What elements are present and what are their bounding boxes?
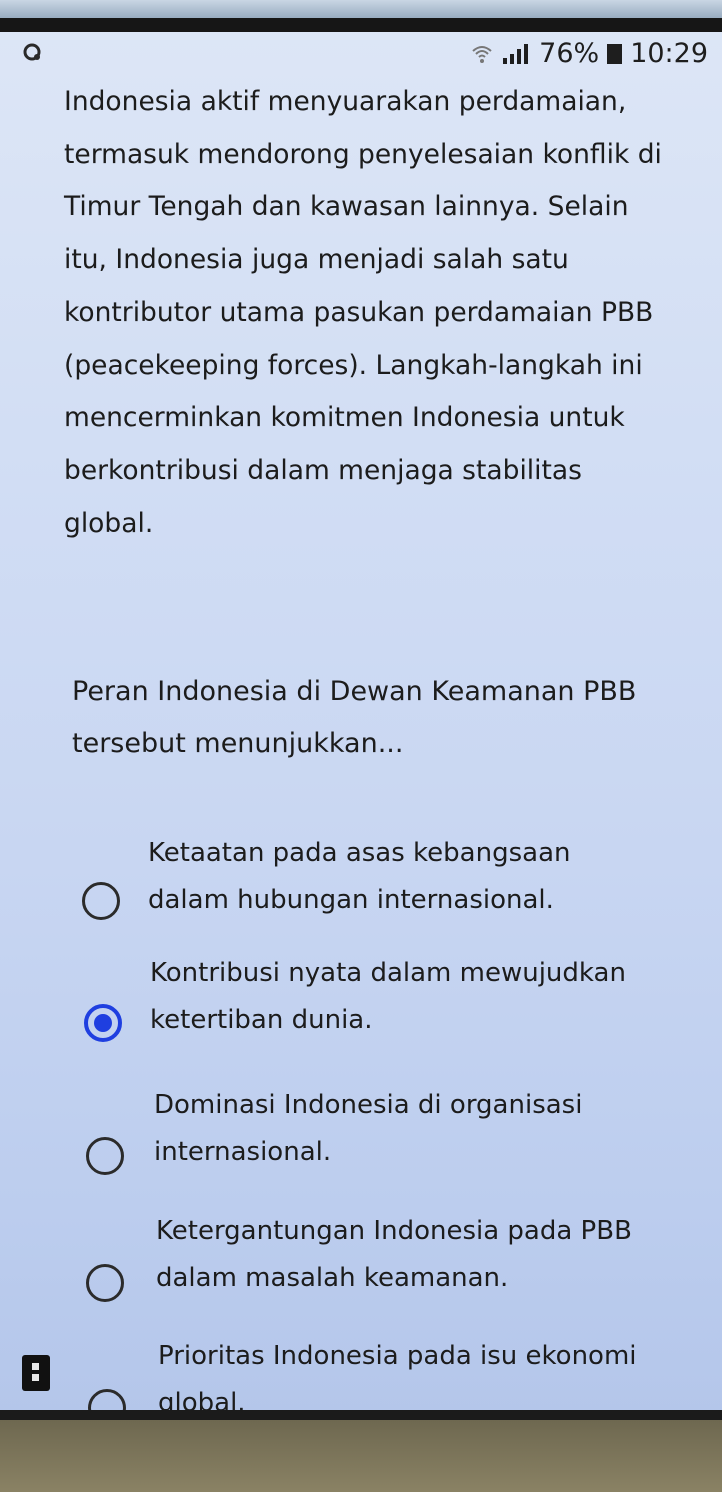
status-right-group: 76% 10:29 (471, 38, 708, 69)
screen-bottom-bezel (0, 1410, 722, 1420)
option-label: Ketaatan pada asas kebangsaan dalam hubu… (148, 838, 571, 915)
notification-icon (23, 43, 41, 61)
radio-button[interactable] (86, 1264, 124, 1302)
question-text: Peran Indonesia di Dewan Keamanan PBB te… (72, 676, 637, 759)
radio-button[interactable] (82, 882, 120, 920)
screen-top-bezel (0, 18, 722, 32)
phone-screen: 76% 10:29 Indonesia aktif menyuarakan pe… (0, 18, 722, 1420)
option-label: Kontribusi nyata dalam mewujudkan ketert… (150, 958, 626, 1035)
radio-button[interactable] (86, 1137, 124, 1175)
option-label: Prioritas Indonesia pada isu ekonomi glo… (158, 1341, 637, 1418)
flag-icon[interactable] (22, 1355, 50, 1391)
battery-icon (607, 43, 623, 64)
desk-surface (0, 1420, 722, 1492)
status-bar: 76% 10:29 (0, 32, 722, 78)
option-label: Ketergantungan Indonesia pada PBB dalam … (156, 1216, 632, 1293)
clock: 10:29 (630, 38, 708, 69)
battery-percentage: 76% (539, 38, 600, 69)
radio-button-selected[interactable] (84, 1004, 122, 1042)
wifi-icon (472, 45, 492, 63)
reading-passage: Indonesia aktif menyuarakan perdamaian, … (64, 86, 662, 539)
signal-icon (503, 43, 529, 64)
option-label: Dominasi Indonesia di organisasi interna… (154, 1090, 583, 1167)
